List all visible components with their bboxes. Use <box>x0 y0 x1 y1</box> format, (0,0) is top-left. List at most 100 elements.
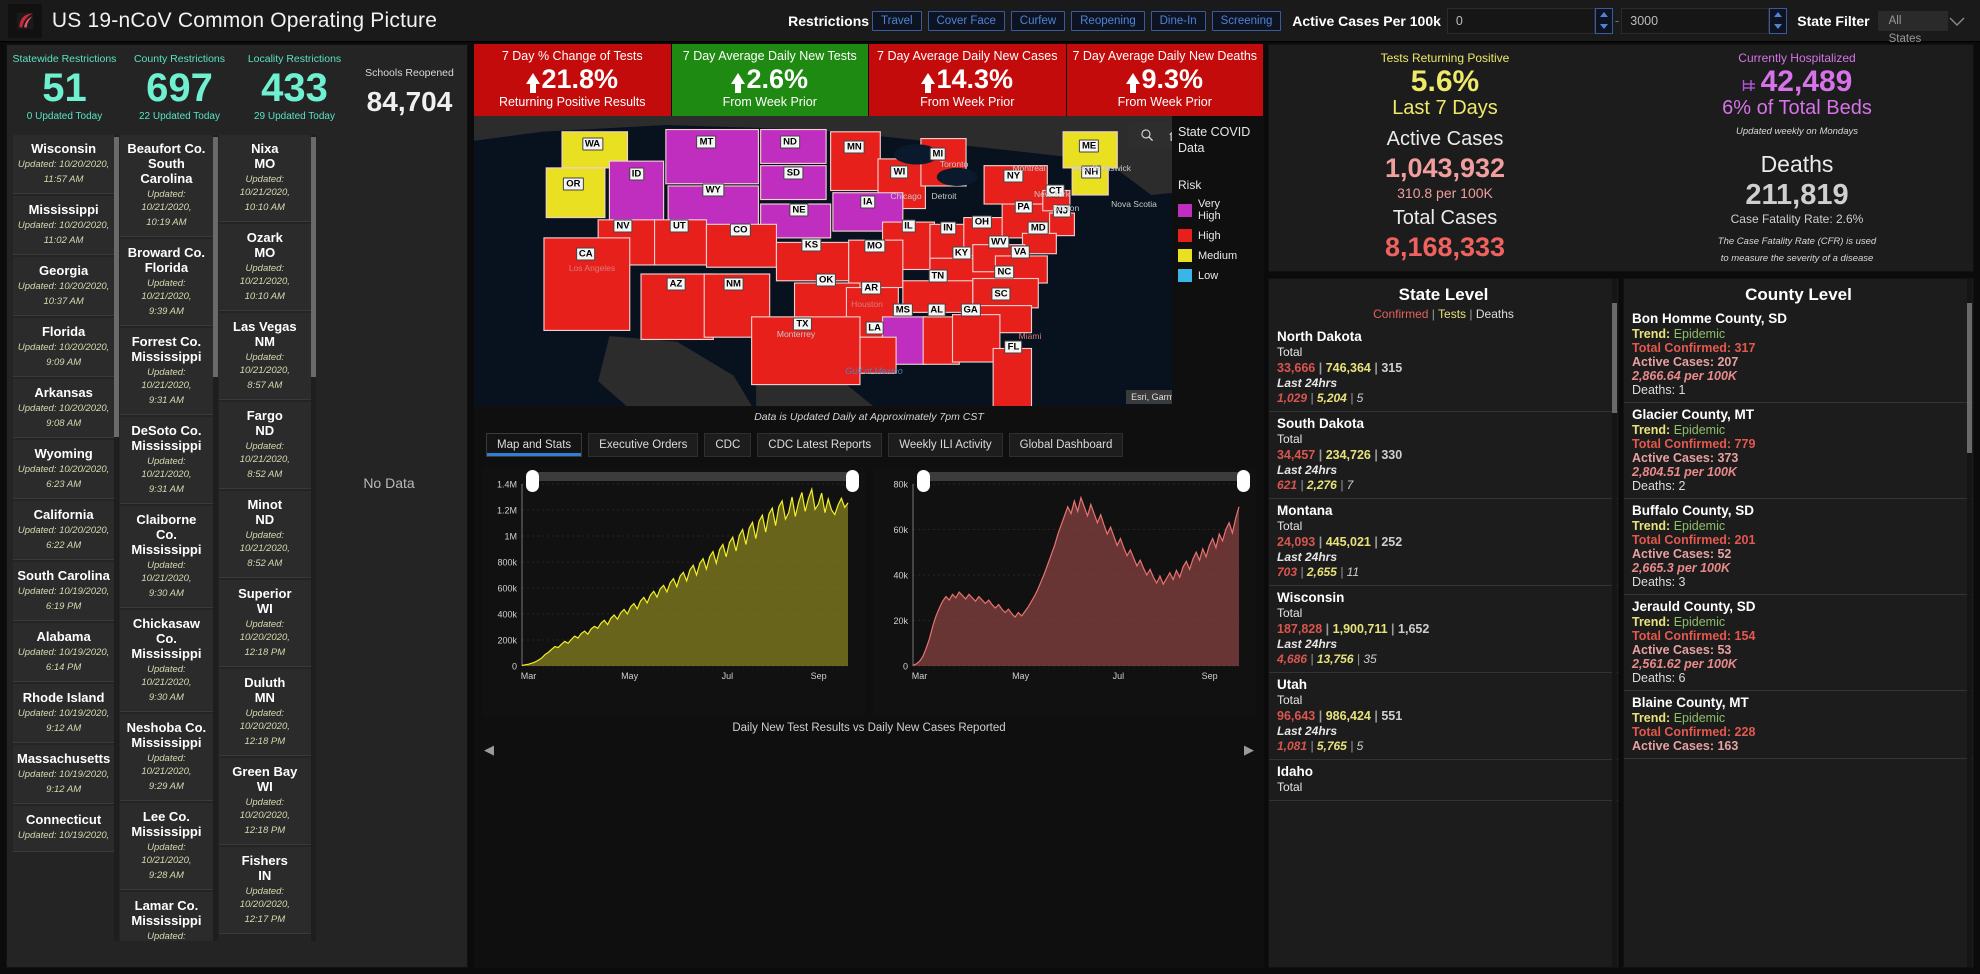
county-restriction-card[interactable]: Lamar Co.Mississippi Updated: 10/21/2020,… <box>120 892 213 941</box>
county-restriction-card[interactable]: Lee Co. Mississippi Updated: 10/21/2020, 9:… <box>120 803 213 890</box>
locality-restriction-card[interactable]: Fishers IN Updated: 10/20/2020, 12:17 PM <box>218 847 311 934</box>
kpi-locality-restrictions[interactable]: Locality Restrictions 433 29 Updated Tod… <box>237 53 352 131</box>
range-min-stepper[interactable] <box>1594 7 1613 34</box>
map-state-label-oh[interactable]: OH <box>971 215 992 229</box>
statewide-restriction-card[interactable]: Alabama Updated: 10/19/2020, 6:14 PM <box>13 623 115 682</box>
map-state-label-ar[interactable]: AR <box>861 281 882 295</box>
chart-daily-new-tests[interactable]: 0 200k 400k 600k 800k 1M 1.2M 1.4M Mar May Jul Sep <box>482 468 865 716</box>
statewide-restriction-card[interactable]: Georgia Updated: 10/20/2020, 10:37 AM <box>13 257 115 316</box>
county-restriction-card[interactable]: Beaufort Co. South Carolina Updated: 10/21… <box>120 135 213 237</box>
map-state-label-mt[interactable]: MT <box>696 135 717 149</box>
chart-range-slider-right[interactable] <box>917 470 1250 492</box>
content-tabs[interactable]: Map and Stats Executive Orders CDC CDC Late… <box>474 428 1264 462</box>
map-state-label-id[interactable]: ID <box>628 167 645 181</box>
county-level-row[interactable]: Jerauld County, SD Trend: Epidemic Total C… <box>1624 595 1973 691</box>
locality-restriction-card[interactable]: Nixa MO Updated: 10/21/2020, 10:10 AM <box>218 135 311 222</box>
range-max-stepper[interactable] <box>1769 7 1788 34</box>
risk-choropleth-map[interactable]: + − Esri, Garmin, FAO, NOAA, EPA WAORIDM… <box>474 116 1264 406</box>
range-max-input[interactable]: 3000 <box>1621 7 1770 34</box>
statewide-restriction-card[interactable]: Wyoming Updated: 10/20/2020, 6:23 AM <box>13 440 115 499</box>
tab-executive-orders[interactable]: Executive Orders <box>588 433 699 457</box>
locality-restriction-card[interactable]: Minot ND Updated: 10/21/2020, 8:52 AM <box>218 491 311 578</box>
tab-global-dashboard[interactable]: Global Dashboard <box>1008 433 1124 457</box>
state-level-row[interactable]: Montana Total 24,093 | 445,021 | 252 Last 2… <box>1269 499 1618 586</box>
range-min-input[interactable]: 0 <box>1446 7 1595 34</box>
map-state-label-nv[interactable]: NV <box>613 219 633 233</box>
map-state-label-ks[interactable]: KS <box>801 238 822 252</box>
map-state-label-sd[interactable]: SD <box>783 166 803 180</box>
county-restriction-card[interactable]: Forrest Co. Mississippi Updated: 10/21/202… <box>120 328 213 415</box>
state-level-row[interactable]: Wisconsin Total 187,828 | 1,900,711 | 1,65… <box>1269 586 1618 673</box>
chart-daily-new-cases[interactable]: 0 20k 40k 60k 80k Mar May Jul Sep <box>873 468 1256 716</box>
map-state-label-nc[interactable]: NC <box>994 265 1015 279</box>
map-state-label-or[interactable]: OR <box>563 177 584 191</box>
state-filter-select[interactable]: All States <box>1877 10 1949 45</box>
tab-cdc[interactable]: CDC <box>704 433 752 457</box>
map-state-label-ms[interactable]: MS <box>892 303 913 317</box>
filter-chip-travel[interactable]: Travel <box>872 10 922 31</box>
county-level-row[interactable]: Blaine County, MT Trend: Epidemic Total Co… <box>1624 691 1973 759</box>
map-state-label-md[interactable]: MD <box>1027 221 1049 235</box>
statewide-restriction-card[interactable]: Wisconsin Updated: 10/20/2020, 11:57 AM <box>13 135 115 194</box>
map-state-label-va[interactable]: VA <box>1010 245 1030 259</box>
county-restriction-card[interactable]: Broward Co. Florida Updated: 10/21/2020, 9:… <box>120 239 213 326</box>
map-state-label-wy[interactable]: WY <box>702 183 724 197</box>
chart-range-slider-left[interactable] <box>526 470 859 492</box>
map-state-label-tn[interactable]: TN <box>928 269 948 283</box>
map-canvas[interactable] <box>474 116 1264 406</box>
county-level-row[interactable]: Buffalo County, SD Trend: Epidemic Total C… <box>1624 499 1973 595</box>
map-state-label-me[interactable]: ME <box>1078 139 1100 153</box>
locality-restriction-card[interactable]: Ozark MO Updated: 10/21/2020, 10:10 AM <box>218 224 311 311</box>
locality-restriction-card[interactable]: Las Vegas NM Updated: 10/21/2020, 8:57 AM <box>218 313 311 400</box>
slider-handle-start[interactable] <box>526 470 539 492</box>
map-state-label-nd[interactable]: ND <box>780 135 800 149</box>
map-state-label-il[interactable]: IL <box>901 219 916 233</box>
chart-carousel[interactable]: ◀ ▶ <box>474 740 1264 760</box>
map-state-label-mn[interactable]: MN <box>843 140 865 154</box>
map-state-label-ky[interactable]: KY <box>951 246 972 260</box>
map-state-label-ia[interactable]: IA <box>860 195 876 209</box>
slider-handle-start[interactable] <box>917 470 930 492</box>
filter-chip-curfew[interactable]: Curfew <box>1010 10 1066 31</box>
map-state-label-mo[interactable]: MO <box>863 239 886 253</box>
carousel-next-icon[interactable]: ▶ <box>1244 742 1254 758</box>
filter-chip-reopening[interactable]: Reopening <box>1071 10 1145 31</box>
county-restriction-card[interactable]: Claiborne Co. Mississippi Updated: 10/21/2… <box>120 506 213 608</box>
range-max-group[interactable]: 3000 <box>1621 7 1788 34</box>
statewide-restriction-card[interactable]: South Carolina Updated: 10/19/2020, 6:19 P… <box>13 562 115 621</box>
state-level-row[interactable]: Idaho Total <box>1269 760 1618 801</box>
map-state-label-pa[interactable]: PA <box>1014 200 1033 214</box>
map-state-label-wa[interactable]: WA <box>581 137 604 151</box>
map-state-label-sc[interactable]: SC <box>991 287 1011 301</box>
county-level-row[interactable]: Bon Homme County, SD Trend: Epidemic Total… <box>1624 307 1973 403</box>
range-min-group[interactable]: 0 <box>1446 7 1613 34</box>
county-level-row[interactable]: Glacier County, MT Trend: Epidemic Total C… <box>1624 403 1973 499</box>
map-state-label-co[interactable]: CO <box>730 223 751 237</box>
slider-handle-end[interactable] <box>846 470 859 492</box>
statewide-restriction-card[interactable]: Mississippi Updated: 10/20/2020, 11:02 AM <box>13 196 115 255</box>
statewide-restriction-card[interactable]: Arkansas Updated: 10/20/2020, 9:08 AM <box>13 379 115 438</box>
statewide-restriction-card[interactable]: Florida Updated: 10/20/2020, 9:09 AM <box>13 318 115 377</box>
kpi-statewide-restrictions[interactable]: Statewide Restrictions 51 0 Updated Toda… <box>7 53 122 131</box>
tab-map-and-stats[interactable]: Map and Stats <box>486 433 583 457</box>
statewide-scrollbar[interactable] <box>114 135 120 941</box>
statewide-restriction-card[interactable]: Massachusetts Updated: 10/19/2020, 9:12 AM <box>13 745 115 804</box>
map-state-label-ut[interactable]: UT <box>670 219 689 233</box>
map-state-label-la[interactable]: LA <box>865 321 884 335</box>
kpi-schools-reopened[interactable]: Schools Reopened 84,704 <box>352 53 467 131</box>
kpi-county-restrictions[interactable]: County Restrictions 697 22 Updated Today <box>122 53 237 131</box>
county-scrollbar[interactable] <box>212 135 218 941</box>
map-state-label-nm[interactable]: NM <box>723 277 744 291</box>
state-level-row[interactable]: South Dakota Total 34,457 | 234,726 | 330 L… <box>1269 412 1618 499</box>
statewide-restriction-card[interactable]: Connecticut Updated: 10/19/2020, <box>13 806 115 852</box>
county-restriction-card[interactable]: Chickasaw Co. Mississippi Updated: 10/21/2… <box>120 610 213 712</box>
map-state-label-az[interactable]: AZ <box>666 277 686 291</box>
county-restriction-card[interactable]: DeSoto Co. Mississippi Updated: 10/21/2020… <box>120 417 213 504</box>
locality-restriction-card[interactable]: Superior WI Updated: 10/20/2020, 12:18 PM <box>218 580 311 667</box>
locality-restriction-card[interactable]: Green Bay WI Updated: 10/20/2020, 12:18 PM <box>218 758 311 845</box>
filter-chip-cover-face[interactable]: Cover Face <box>927 10 1005 31</box>
state-level-row[interactable]: North Dakota Total 33,666 | 746,364 | 315 L… <box>1269 325 1618 412</box>
county-level-scrollbar[interactable] <box>1967 303 1972 453</box>
map-state-label-fl[interactable]: FL <box>1004 340 1023 354</box>
search-icon[interactable] <box>1140 128 1154 142</box>
